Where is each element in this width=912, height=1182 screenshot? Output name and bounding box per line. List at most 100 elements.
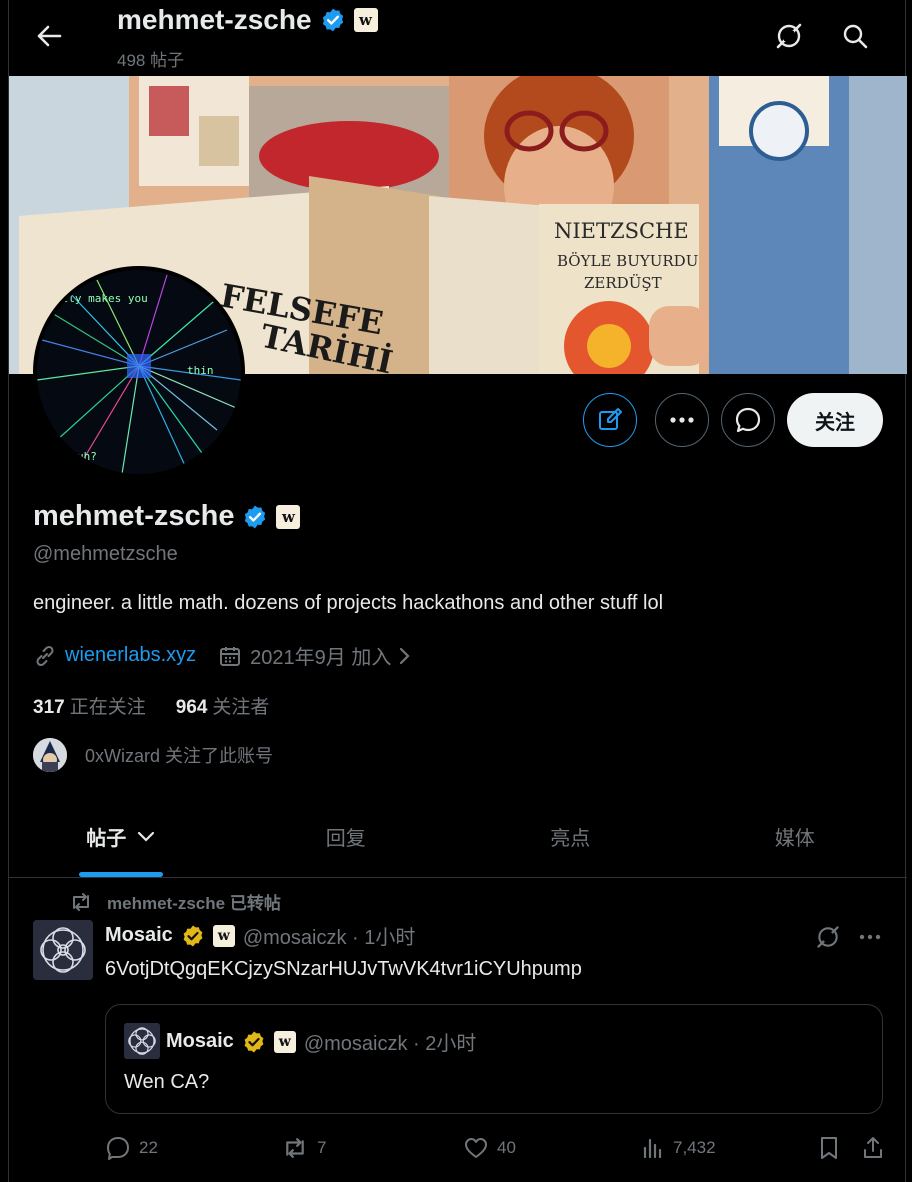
avatar-caption-3: uh?: [77, 450, 97, 463]
avatar-caption-2: thin: [187, 364, 214, 377]
profile-page: mehmet-zsche w 498 帖子 FELSEFE TARİHİ NIE…: [8, 0, 907, 1182]
more-options-button[interactable]: [655, 393, 709, 447]
post-text: 6VotjDtQgqEKCjzySNzarHUJvTwVK4tvr1iCYUhp…: [105, 958, 582, 980]
chevron-down-icon[interactable]: [136, 830, 156, 844]
repost-icon: [286, 1138, 304, 1158]
w-org-badge-icon[interactable]: w: [212, 924, 235, 947]
share-button[interactable]: [861, 1130, 885, 1166]
post-count: 498 帖子: [117, 51, 185, 70]
book-right-title-1: NIETZSCHE: [554, 219, 689, 243]
edit-icon: [599, 408, 622, 430]
quoted-author-name: Mosaic: [166, 1030, 234, 1052]
post-actions: 22 7 40 7,432: [105, 1130, 887, 1166]
post-header: Mosaic w @mosaiczk · 1小时: [105, 921, 415, 950]
tab-label: 媒体: [774, 828, 815, 850]
book-right-title-2: BÖYLE BUYURDU: [557, 252, 698, 270]
quoted-text: Wen CA?: [124, 1071, 210, 1093]
repost-indicator[interactable]: mehmet-zsche 已转帖: [69, 889, 281, 914]
verified-gold-badge-icon: [244, 1031, 264, 1052]
more-dots-icon: [670, 417, 694, 423]
active-tab-indicator: [79, 872, 164, 877]
header-title: mehmet-zsche: [117, 4, 312, 35]
reply-icon: [107, 1137, 129, 1160]
profile-bio: engineer. a little math. dozens of proje…: [33, 592, 664, 614]
link-icon: [36, 645, 54, 666]
website-link[interactable]: wienerlabs.xyz: [65, 644, 196, 667]
tab-label: 回复: [325, 828, 366, 850]
verified-gold-badge-icon[interactable]: [181, 924, 205, 948]
follow-stats: 317 正在关注 964 关注者: [33, 692, 269, 719]
verified-badge-icon[interactable]: [242, 504, 268, 530]
followed-by-row[interactable]: 0xWizard 关注了此账号: [33, 738, 273, 772]
tab-highlights[interactable]: 亮点: [458, 796, 683, 877]
follower-avatar[interactable]: [33, 738, 67, 772]
share-icon: [864, 1137, 882, 1158]
verified-badge-icon: [322, 8, 343, 32]
reply-count: 22: [139, 1138, 158, 1157]
following-label: 正在关注: [69, 697, 146, 718]
like-button[interactable]: 40: [463, 1130, 516, 1166]
quoted-author-avatar: [124, 1023, 160, 1059]
views-button[interactable]: 7,432: [641, 1130, 716, 1166]
profile-avatar[interactable]: ally makes you thin uh?: [33, 266, 245, 478]
tab-posts[interactable]: 帖子: [9, 796, 234, 877]
reply-button[interactable]: 22: [105, 1130, 158, 1166]
grok-slash-icon: [817, 926, 839, 948]
post-grok-button[interactable]: [811, 920, 845, 954]
grok-button[interactable]: [769, 16, 809, 56]
w-org-badge-icon[interactable]: w: [276, 504, 301, 529]
mosaic-logo-icon: [33, 920, 93, 980]
repost-label: mehmet-zsche 已转帖: [107, 894, 281, 913]
repost-count: 7: [317, 1138, 327, 1157]
avatar-caption-1: ally makes you: [55, 292, 148, 305]
arrow-left-icon: [37, 25, 62, 47]
followers-link[interactable]: 964 关注者: [176, 692, 270, 719]
heart-icon: [465, 1138, 487, 1158]
chat-bubble-icon: [735, 407, 761, 433]
views-chart-icon: [643, 1138, 662, 1159]
post-handle-time[interactable]: @mosaiczk · 1小时: [243, 921, 416, 950]
following-count: 317: [33, 697, 65, 718]
profile-tabs: 帖子 回复 亮点 媒体: [9, 796, 907, 878]
tab-media[interactable]: 媒体: [683, 796, 908, 877]
repost-icon: [73, 892, 89, 911]
join-date[interactable]: 2021年9月 加入: [250, 641, 391, 670]
profile-name: mehmet-zsche: [33, 500, 235, 532]
quoted-handle-time: @mosaiczk · 2小时: [303, 1033, 477, 1055]
edit-button[interactable]: [583, 393, 637, 447]
follow-button[interactable]: 关注: [787, 393, 883, 447]
search-icon: [843, 24, 868, 49]
grok-slash-icon: [776, 23, 802, 49]
followers-count: 964: [175, 697, 208, 718]
avatar-image: ally makes you thin uh?: [37, 270, 241, 474]
w-org-badge-icon: w: [273, 1030, 296, 1053]
tab-label: 帖子: [86, 828, 127, 850]
back-button[interactable]: [29, 18, 69, 54]
repost-button[interactable]: 7: [281, 1130, 326, 1166]
profile-meta: wienerlabs.xyz 2021年9月 加入: [33, 641, 413, 670]
book-right-title-3: ZERDÜŞT: [584, 274, 662, 292]
following-link[interactable]: 317 正在关注: [33, 692, 146, 719]
calendar-icon: [220, 646, 241, 666]
profile-name-row: mehmet-zsche w: [33, 500, 301, 533]
more-dots-icon: [859, 934, 881, 940]
followers-label: 关注者: [212, 697, 270, 718]
bookmark-button[interactable]: [817, 1130, 841, 1166]
header-title-row: mehmet-zsche w: [117, 4, 378, 36]
w-org-badge-icon: w: [353, 8, 378, 32]
chevron-right-icon[interactable]: [395, 645, 413, 667]
bookmark-icon: [821, 1137, 837, 1159]
post-author-name[interactable]: Mosaic: [105, 924, 173, 947]
quoted-post[interactable]: Mosaic w @mosaiczk · 2小时 Wen CA?: [105, 1004, 883, 1114]
views-count: 7,432: [673, 1138, 716, 1157]
message-button[interactable]: [721, 393, 775, 447]
search-button[interactable]: [835, 16, 875, 56]
post-more-button[interactable]: [853, 920, 887, 954]
followed-by-text: 0xWizard 关注了此账号: [85, 746, 274, 766]
quoted-header: Mosaic w @mosaiczk · 2小时: [166, 1027, 476, 1056]
profile-handle: @mehmetzsche: [33, 543, 178, 565]
top-bar: mehmet-zsche w 498 帖子: [9, 0, 905, 76]
mosaic-logo-icon: [124, 1023, 160, 1059]
post-author-avatar[interactable]: [33, 920, 93, 980]
tab-replies[interactable]: 回复: [234, 796, 459, 877]
